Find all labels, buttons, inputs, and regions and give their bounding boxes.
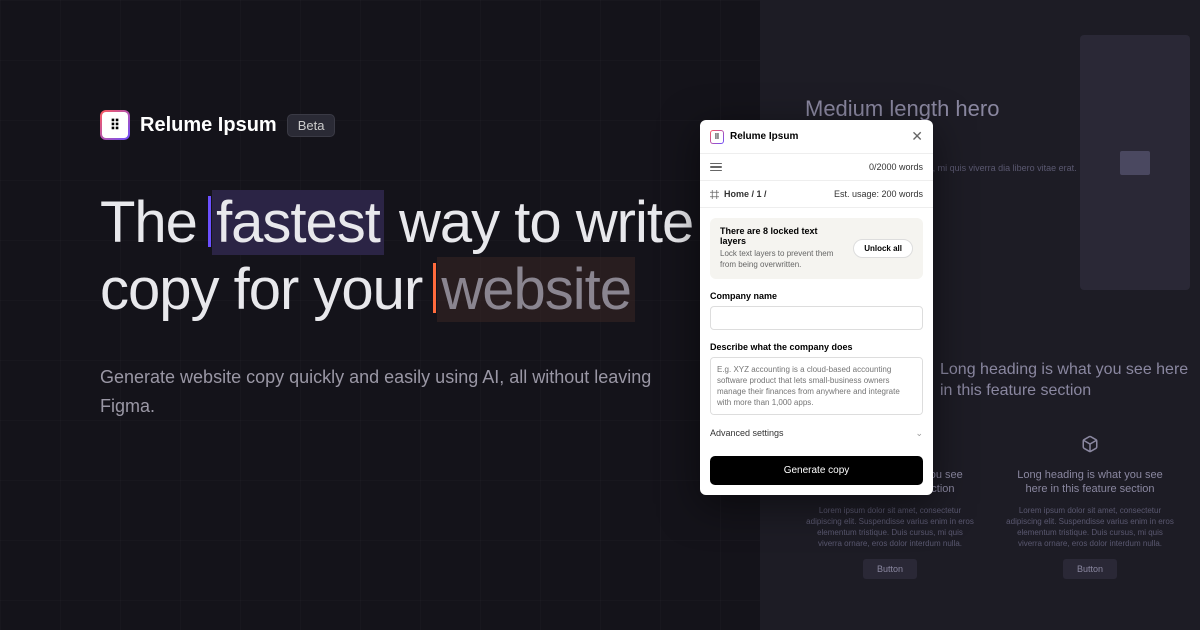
unlock-all-button[interactable]: Unlock all bbox=[853, 239, 913, 258]
logo-text: Relume Ipsum bbox=[140, 114, 277, 137]
mock-button: Button bbox=[1063, 559, 1117, 579]
describe-textarea[interactable] bbox=[710, 357, 923, 415]
highlight-fastest: fastest bbox=[212, 190, 384, 257]
menu-icon[interactable] bbox=[710, 163, 722, 172]
mock-button: Button bbox=[863, 559, 917, 579]
plugin-title: Relume Ipsum bbox=[730, 131, 798, 142]
locked-desc: Lock text layers to prevent them from be… bbox=[720, 249, 833, 269]
cube-icon bbox=[1081, 435, 1099, 453]
frame-icon bbox=[710, 190, 719, 199]
page-subhead: Generate website copy quickly and easily… bbox=[100, 363, 700, 421]
locked-title: There are 8 locked text layers bbox=[720, 226, 845, 246]
breadcrumb: Home / 1 / bbox=[724, 189, 767, 199]
company-name-input[interactable] bbox=[710, 306, 923, 330]
logo-icon: ⠿ bbox=[100, 110, 130, 140]
company-name-label: Company name bbox=[710, 291, 923, 301]
page-headline: The fastest way to write copy for your w… bbox=[100, 190, 700, 323]
word-count: 0/2000 words bbox=[869, 162, 923, 172]
mock-feature-col: Long heading is what you see here in thi… bbox=[1005, 435, 1175, 579]
est-usage: Est. usage: 200 words bbox=[834, 189, 923, 199]
logo-row: ⠿ Relume Ipsum Beta bbox=[100, 110, 700, 140]
locked-layers-card: There are 8 locked text layers Lock text… bbox=[710, 218, 923, 279]
plugin-header: ⠿ Relume Ipsum ✕ bbox=[700, 120, 933, 154]
plugin-panel: ⠿ Relume Ipsum ✕ 0/2000 words Home / 1 /… bbox=[700, 120, 933, 495]
highlight-website: website bbox=[437, 257, 635, 324]
plugin-logo-icon: ⠿ bbox=[710, 130, 724, 144]
beta-badge: Beta bbox=[287, 114, 336, 137]
chevron-down-icon: ⌄ bbox=[915, 428, 923, 439]
plugin-wordcount-row: 0/2000 words bbox=[700, 154, 933, 181]
generate-copy-button[interactable]: Generate copy bbox=[710, 456, 923, 485]
mock-feature-heading: Long heading is what you see here in thi… bbox=[940, 360, 1190, 402]
describe-label: Describe what the company does bbox=[710, 342, 923, 352]
close-icon[interactable]: ✕ bbox=[911, 128, 923, 145]
advanced-settings-toggle[interactable]: Advanced settings ⌄ bbox=[710, 418, 923, 439]
plugin-breadcrumb-row: Home / 1 / Est. usage: 200 words bbox=[700, 181, 933, 208]
